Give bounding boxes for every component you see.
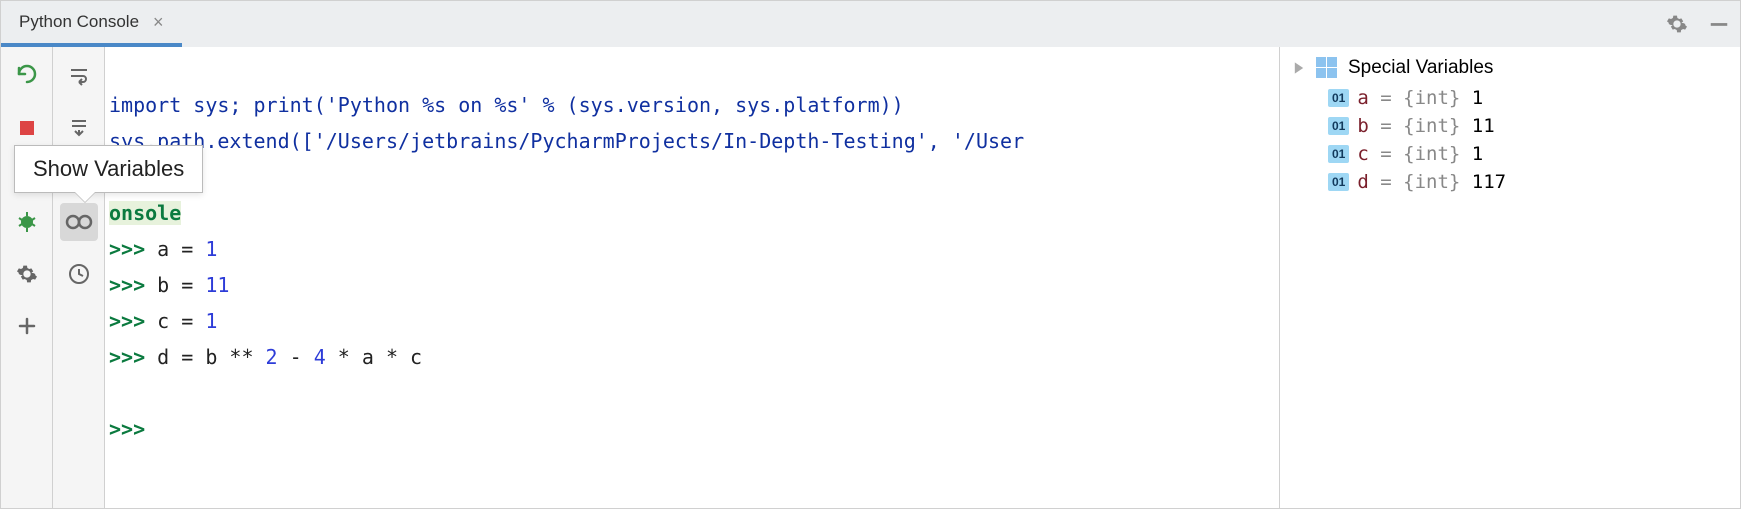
var-value: 11 bbox=[1472, 115, 1495, 137]
softwrap-button[interactable] bbox=[60, 57, 98, 95]
type-badge: 01 bbox=[1328, 173, 1349, 191]
var-eq: = bbox=[1369, 143, 1403, 165]
code: a = bbox=[157, 237, 205, 261]
var-value: 117 bbox=[1472, 171, 1506, 193]
tab-title: Python Console bbox=[19, 12, 139, 32]
variable-row[interactable]: 01 b = {int} 11 bbox=[1328, 115, 1728, 137]
expand-icon[interactable] bbox=[1292, 61, 1306, 75]
code: 11 bbox=[205, 273, 229, 297]
variables-group-icon bbox=[1316, 57, 1338, 79]
code: * a * c bbox=[326, 345, 422, 369]
code: 2 bbox=[266, 345, 278, 369]
prompt: >>> bbox=[109, 273, 145, 297]
minimize-icon[interactable] bbox=[1708, 13, 1730, 35]
code: - bbox=[278, 345, 314, 369]
variables-header[interactable]: Special Variables bbox=[1292, 57, 1728, 79]
code: 4 bbox=[314, 345, 326, 369]
var-eq: = bbox=[1369, 171, 1403, 193]
history-button[interactable] bbox=[60, 255, 98, 293]
variables-pane: Special Variables 01 a = {int} 1 01 b = {in… bbox=[1280, 47, 1740, 508]
show-variables-button[interactable] bbox=[60, 203, 98, 241]
stop-button[interactable] bbox=[8, 109, 46, 147]
code: 1 bbox=[205, 237, 217, 261]
var-name: b bbox=[1357, 115, 1368, 137]
code: 1 bbox=[205, 309, 217, 333]
toolwindow-header: Python Console × bbox=[0, 0, 1741, 47]
settings-button[interactable] bbox=[8, 255, 46, 293]
var-name: d bbox=[1357, 171, 1368, 193]
var-type: {int} bbox=[1403, 87, 1472, 109]
var-type: {int} bbox=[1403, 115, 1472, 137]
var-eq: = bbox=[1369, 115, 1403, 137]
console-highlight: onsole bbox=[109, 201, 181, 225]
type-badge: 01 bbox=[1328, 145, 1349, 163]
type-badge: 01 bbox=[1328, 89, 1349, 107]
prompt: >>> bbox=[109, 237, 145, 261]
variable-row[interactable]: 01 c = {int} 1 bbox=[1328, 143, 1728, 165]
var-type: {int} bbox=[1403, 171, 1472, 193]
tooltip-show-variables: Show Variables bbox=[14, 145, 203, 193]
console-line: import sys; print('Python %s on %s' % (s… bbox=[109, 93, 904, 117]
scroll-to-end-button[interactable] bbox=[60, 109, 98, 147]
variable-row[interactable]: 01 d = {int} 117 bbox=[1328, 171, 1728, 193]
left-toolbar bbox=[1, 47, 53, 508]
tooltip-text: Show Variables bbox=[33, 156, 184, 181]
type-badge: 01 bbox=[1328, 117, 1349, 135]
prompt: >>> bbox=[109, 417, 145, 441]
var-value: 1 bbox=[1472, 143, 1483, 165]
mid-toolbar bbox=[53, 47, 105, 508]
var-value: 1 bbox=[1472, 87, 1483, 109]
console-line: sys.path.extend(['/Users/jetbrains/Pycha… bbox=[109, 129, 1024, 153]
new-console-button[interactable] bbox=[8, 307, 46, 345]
code: c = bbox=[157, 309, 205, 333]
close-icon[interactable]: × bbox=[153, 12, 164, 33]
variable-row[interactable]: 01 a = {int} 1 bbox=[1328, 87, 1728, 109]
var-name: a bbox=[1357, 87, 1368, 109]
content-area: import sys; print('Python %s on %s' % (s… bbox=[0, 47, 1741, 509]
debug-button[interactable] bbox=[8, 203, 46, 241]
code: d = b ** bbox=[157, 345, 265, 369]
gear-icon[interactable] bbox=[1666, 13, 1688, 35]
code: b = bbox=[157, 273, 205, 297]
var-eq: = bbox=[1369, 87, 1403, 109]
var-type: {int} bbox=[1403, 143, 1472, 165]
variables-title: Special Variables bbox=[1348, 57, 1493, 79]
prompt: >>> bbox=[109, 309, 145, 333]
rerun-button[interactable] bbox=[8, 57, 46, 95]
tab-python-console[interactable]: Python Console × bbox=[1, 1, 182, 47]
console-output[interactable]: import sys; print('Python %s on %s' % (s… bbox=[105, 47, 1280, 508]
prompt: >>> bbox=[109, 345, 145, 369]
var-name: c bbox=[1357, 143, 1368, 165]
